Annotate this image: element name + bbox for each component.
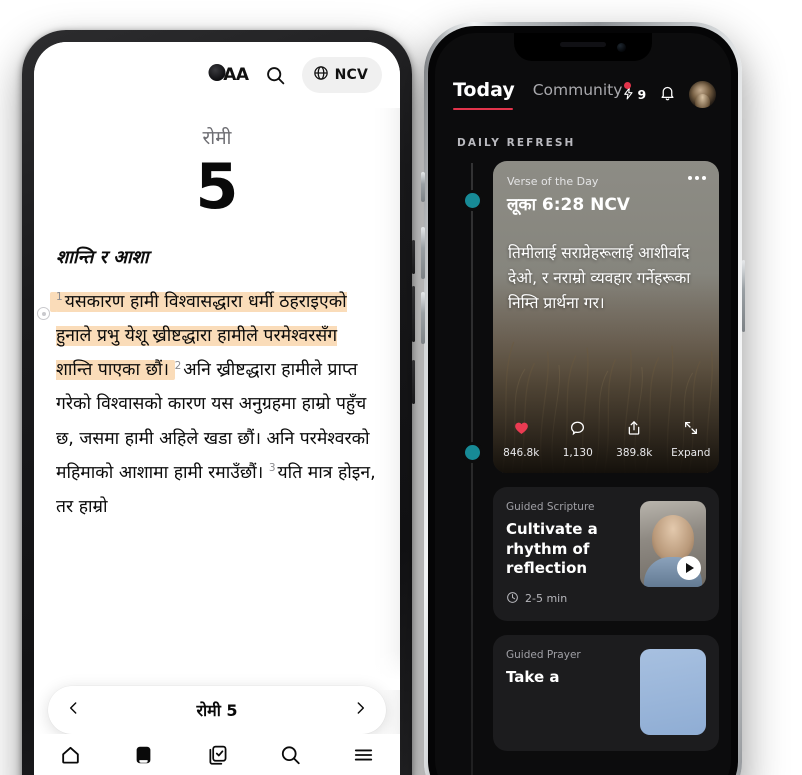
guided-scripture-duration: 2-5 min (525, 592, 568, 605)
votd-verse-text: तिमीलाई सराप्नेहरूलाई आशीर्वाद देओ, र नर… (508, 244, 691, 313)
bible-reader-content[interactable]: रोमी 5 शान्ति र आशा 1 यसकारण हामी विश्वास… (34, 108, 400, 775)
share-action[interactable]: 389.8k (606, 420, 663, 459)
more-dots-icon[interactable] (688, 176, 706, 180)
timeline-dot-1 (464, 193, 480, 208)
right-phone-screen: Today Community 9 DAILY REFRESH Verse of… (435, 33, 731, 775)
tab-today[interactable]: Today (453, 79, 515, 110)
verse-bookmark-marker-icon[interactable] (37, 307, 50, 321)
clock-icon (506, 591, 519, 607)
home-icon (59, 744, 82, 770)
guided-prayer-card[interactable]: Guided Prayer Take a (493, 634, 719, 751)
verse-number-3: 3 (268, 461, 276, 474)
chapter-navigation-bar: रोमी 5 (48, 686, 386, 734)
tab-discover[interactable]: Discover (254, 744, 327, 775)
today-header: Today Community 9 (435, 79, 731, 110)
guided-scripture-card[interactable]: Guided Scripture Cultivate a rhythm of r… (493, 487, 719, 621)
right-phone-volume-down[interactable] (421, 292, 425, 344)
header-actions: 9 (622, 81, 717, 108)
search-icon[interactable] (265, 65, 286, 86)
earpiece-speaker (560, 42, 606, 47)
feed-timeline-rail (464, 163, 480, 775)
guided-scripture-kicker: Guided Scripture (506, 501, 595, 513)
votd-label: Verse of the Day (507, 175, 599, 188)
votd-reference: लूका 6:28 NCV (507, 195, 630, 215)
globe-icon (313, 65, 329, 85)
today-feed[interactable]: Verse of the Day लूका 6:28 NCV तिमीलाई स… (493, 161, 719, 775)
heart-icon (513, 420, 530, 440)
verse-paragraph[interactable]: 1 यसकारण हामी विश्वासद्धारा धर्मी ठहराइएक… (56, 285, 378, 524)
right-phone-action-button[interactable] (421, 172, 425, 202)
verse-list: 1 यसकारण हामी विश्वासद्धारा धर्मी ठहराइएक… (37, 285, 378, 524)
tab-plans[interactable]: Plans (180, 744, 253, 775)
guided-prayer-kicker: Guided Prayer (506, 648, 581, 661)
streak-count: 9 (637, 87, 647, 102)
avatar[interactable] (689, 81, 717, 108)
right-phone-device: Today Community 9 DAILY REFRESH Verse of… (421, 22, 745, 775)
bell-icon[interactable] (659, 84, 676, 106)
votd-action-bar: 846.8k 1,130 389.8k Expand (493, 420, 719, 459)
share-count: 389.8k (616, 447, 653, 459)
verse-number-1: 1 (56, 291, 63, 304)
expand-label: Expand (671, 447, 711, 459)
tab-community-label: Community (532, 81, 623, 99)
chevron-left-icon[interactable] (66, 697, 81, 723)
search-icon (279, 744, 302, 770)
comment-count: 1,130 (562, 447, 593, 459)
bible-icon (132, 744, 155, 770)
like-action[interactable]: 846.8k (493, 420, 550, 459)
comment-action[interactable]: 1,130 (550, 420, 607, 459)
like-count: 846.8k (503, 447, 540, 459)
guided-prayer-title: Take a (506, 667, 560, 686)
guided-scripture-meta: 2-5 min (506, 591, 630, 607)
right-phone-power-button[interactable] (741, 260, 745, 332)
tab-more[interactable]: More (327, 744, 400, 775)
section-heading: शान्ति र आशा (56, 247, 149, 269)
votd-header: Verse of the Day लूका 6:28 NCV (493, 161, 719, 215)
verse-number-2: 2 (174, 359, 182, 372)
tab-bible[interactable]: Bible (107, 744, 180, 775)
section-label-daily-refresh: DAILY REFRESH (457, 137, 576, 149)
front-camera-punchhole (208, 64, 226, 81)
display-notch (514, 33, 652, 61)
left-phone-screen: AA AA NCV (34, 42, 400, 775)
expand-action[interactable]: Expand (663, 420, 720, 459)
plans-icon (206, 744, 229, 770)
chapter-number: 5 (195, 150, 239, 223)
guided-scripture-title: Cultivate a rhythm of reflection (506, 520, 598, 577)
share-icon (626, 420, 642, 440)
text-size-label: AA (223, 64, 249, 85)
guided-scripture-thumbnail[interactable] (640, 501, 706, 587)
bible-version-button[interactable]: NCV (301, 57, 382, 93)
guided-scripture-body: Guided Scripture Cultivate a rhythm of r… (506, 501, 630, 607)
play-button[interactable] (677, 556, 701, 580)
expand-icon (683, 420, 699, 440)
left-phone-device: AA AA NCV (22, 30, 415, 775)
book-name: रोमी (202, 127, 232, 149)
bottom-tab-bar: Home Bible Plans (34, 734, 400, 775)
left-phone-volume-up[interactable] (412, 240, 415, 274)
left-phone-volume-down[interactable] (412, 286, 415, 342)
right-phone-volume-up[interactable] (421, 227, 425, 279)
guided-prayer-body: Guided Prayer Take a (506, 649, 630, 688)
verse-of-the-day-card[interactable]: Verse of the Day लूका 6:28 NCV तिमीलाई स… (493, 161, 719, 473)
text-size-button[interactable]: AA AA (223, 64, 249, 85)
menu-icon (352, 744, 375, 770)
guided-prayer-thumbnail[interactable] (640, 648, 706, 735)
timeline-dot-2 (464, 445, 480, 460)
right-phone-bezel: Today Community 9 DAILY REFRESH Verse of… (428, 26, 738, 775)
left-phone-power-button[interactable] (412, 360, 415, 404)
tab-home[interactable]: Home (34, 744, 107, 775)
tab-community[interactable]: Community (532, 81, 632, 108)
screenshot-root: AA AA NCV (0, 0, 802, 775)
chapter-nav-label[interactable]: रोमी 5 (196, 699, 237, 721)
bible-version-label: NCV (334, 67, 368, 83)
comment-icon (569, 420, 586, 440)
front-camera (617, 43, 626, 52)
chevron-right-icon[interactable] (353, 697, 368, 723)
